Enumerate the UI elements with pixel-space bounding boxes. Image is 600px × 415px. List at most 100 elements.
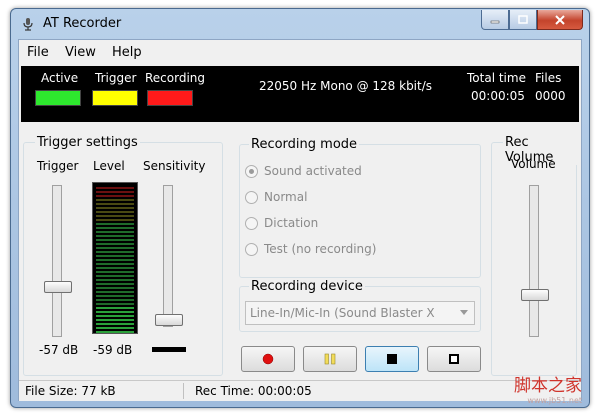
meter-segment (96, 191, 134, 193)
stop-button[interactable] (365, 346, 419, 372)
meter-segment (96, 327, 134, 329)
meter-segment (96, 239, 134, 241)
mode-option-test[interactable]: Test (no recording) (245, 242, 376, 256)
volume-slider-track[interactable] (529, 185, 539, 337)
status-display: Active Trigger Recording 22050 Hz Mono @… (21, 66, 579, 122)
meter-segment (96, 295, 134, 297)
meter-segment (96, 291, 134, 293)
meter-segment (96, 203, 134, 205)
trigger-slider-track[interactable] (52, 185, 62, 337)
volume-slider-thumb[interactable] (521, 289, 549, 301)
record-icon (262, 353, 274, 365)
radio-dictation[interactable] (245, 216, 258, 230)
mode-option-dictation[interactable]: Dictation (245, 216, 318, 230)
meter-segment (96, 235, 134, 237)
total-time-value: 00:00:05 (471, 89, 525, 103)
meter-segment (96, 283, 134, 285)
sensitivity-indicator-bar (152, 347, 186, 352)
meter-segment (96, 215, 134, 217)
meter-segment (96, 243, 134, 245)
meter-segment (96, 279, 134, 281)
mode-option-normal[interactable]: Normal (245, 190, 307, 204)
meter-segment (96, 267, 134, 269)
recording-label: Recording (145, 71, 206, 85)
meter-segment (96, 307, 134, 309)
client-area: File View Help Active Trigger Recording … (18, 39, 582, 401)
meter-segment (96, 211, 134, 213)
radio-normal[interactable] (245, 190, 258, 204)
meter-segment (96, 247, 134, 249)
meter-segment (96, 227, 134, 229)
status-divider (183, 383, 184, 399)
meter-segment (96, 323, 134, 325)
total-time-label: Total time (467, 71, 526, 85)
trigger-settings-title: Trigger settings (35, 135, 140, 150)
sensitivity-slider-thumb[interactable] (155, 314, 183, 326)
meter-segment (96, 311, 134, 313)
stop-outline-button[interactable] (427, 346, 481, 372)
meter-segment (96, 207, 134, 209)
meter-segment (96, 303, 134, 305)
recording-indicator (147, 90, 193, 106)
meter-segment (96, 199, 134, 201)
radio-test[interactable] (245, 242, 258, 256)
trigger-indicator-label: Trigger (95, 71, 137, 85)
volume-label: Volume (511, 157, 556, 171)
trigger-column-label: Trigger (37, 159, 79, 173)
audio-format: 22050 Hz Mono @ 128 kbit/s (259, 79, 433, 93)
active-label: Active (41, 71, 79, 85)
meter-segment (96, 331, 134, 333)
file-size-text: File Size: 77 kB (25, 384, 116, 398)
menu-help[interactable]: Help (112, 45, 142, 60)
meter-segment (96, 315, 134, 317)
meter-segment (96, 231, 134, 233)
meter-segment (96, 299, 134, 301)
files-label: Files (535, 71, 562, 85)
maximize-icon (518, 15, 528, 24)
meter-segment (96, 223, 134, 225)
files-value: 0000 (535, 89, 566, 103)
close-icon (555, 14, 565, 25)
trigger-slider-thumb[interactable] (44, 281, 72, 293)
title-bar[interactable]: AT Recorder (11, 9, 589, 39)
recording-mode-title: Recording mode (249, 137, 360, 152)
mode-option-sound-activated[interactable]: Sound activated (245, 164, 362, 178)
recording-device-select[interactable]: Line-In/Mic-In (Sound Blaster X (245, 301, 475, 325)
close-button[interactable] (537, 10, 583, 30)
menu-file[interactable]: File (27, 45, 49, 60)
meter-segment (96, 251, 134, 253)
active-indicator (35, 90, 81, 106)
minimize-button[interactable] (481, 10, 509, 30)
radio-sound-activated[interactable] (245, 164, 258, 178)
watermark: 脚本之家 www.jb51.net (514, 376, 582, 405)
sensitivity-slider-track[interactable] (163, 185, 173, 327)
meter-segment (96, 255, 134, 257)
meter-segment (96, 187, 134, 189)
menu-bar: File View Help (19, 40, 581, 64)
meter-segment (96, 219, 134, 221)
bottom-status-bar: File Size: 77 kB Rec Time: 00:00:05 (19, 380, 581, 401)
meter-segment (96, 263, 134, 265)
pause-button[interactable] (303, 346, 357, 372)
chevron-down-icon (460, 310, 468, 315)
level-column-label: Level (93, 159, 125, 173)
pause-icon (324, 353, 336, 365)
caption-buttons (481, 10, 583, 30)
trigger-db-value: -57 dB (39, 343, 79, 357)
meter-segment (96, 271, 134, 273)
record-button[interactable] (241, 346, 295, 372)
sensitivity-column-label: Sensitivity (143, 159, 206, 173)
meter-segment (96, 319, 134, 321)
meter-segment (96, 287, 134, 289)
window-title: AT Recorder (43, 16, 122, 31)
meter-segment (96, 195, 134, 197)
rec-time-text: Rec Time: 00:00:05 (195, 384, 312, 398)
maximize-button[interactable] (509, 10, 537, 30)
menu-view[interactable]: View (65, 45, 96, 60)
trigger-indicator (92, 90, 138, 106)
app-window: AT Recorder File View Help Active Trigge… (10, 8, 590, 408)
minimize-icon (490, 20, 500, 23)
level-meter (92, 182, 138, 334)
microphone-icon (23, 18, 33, 31)
meter-segment (96, 275, 134, 277)
